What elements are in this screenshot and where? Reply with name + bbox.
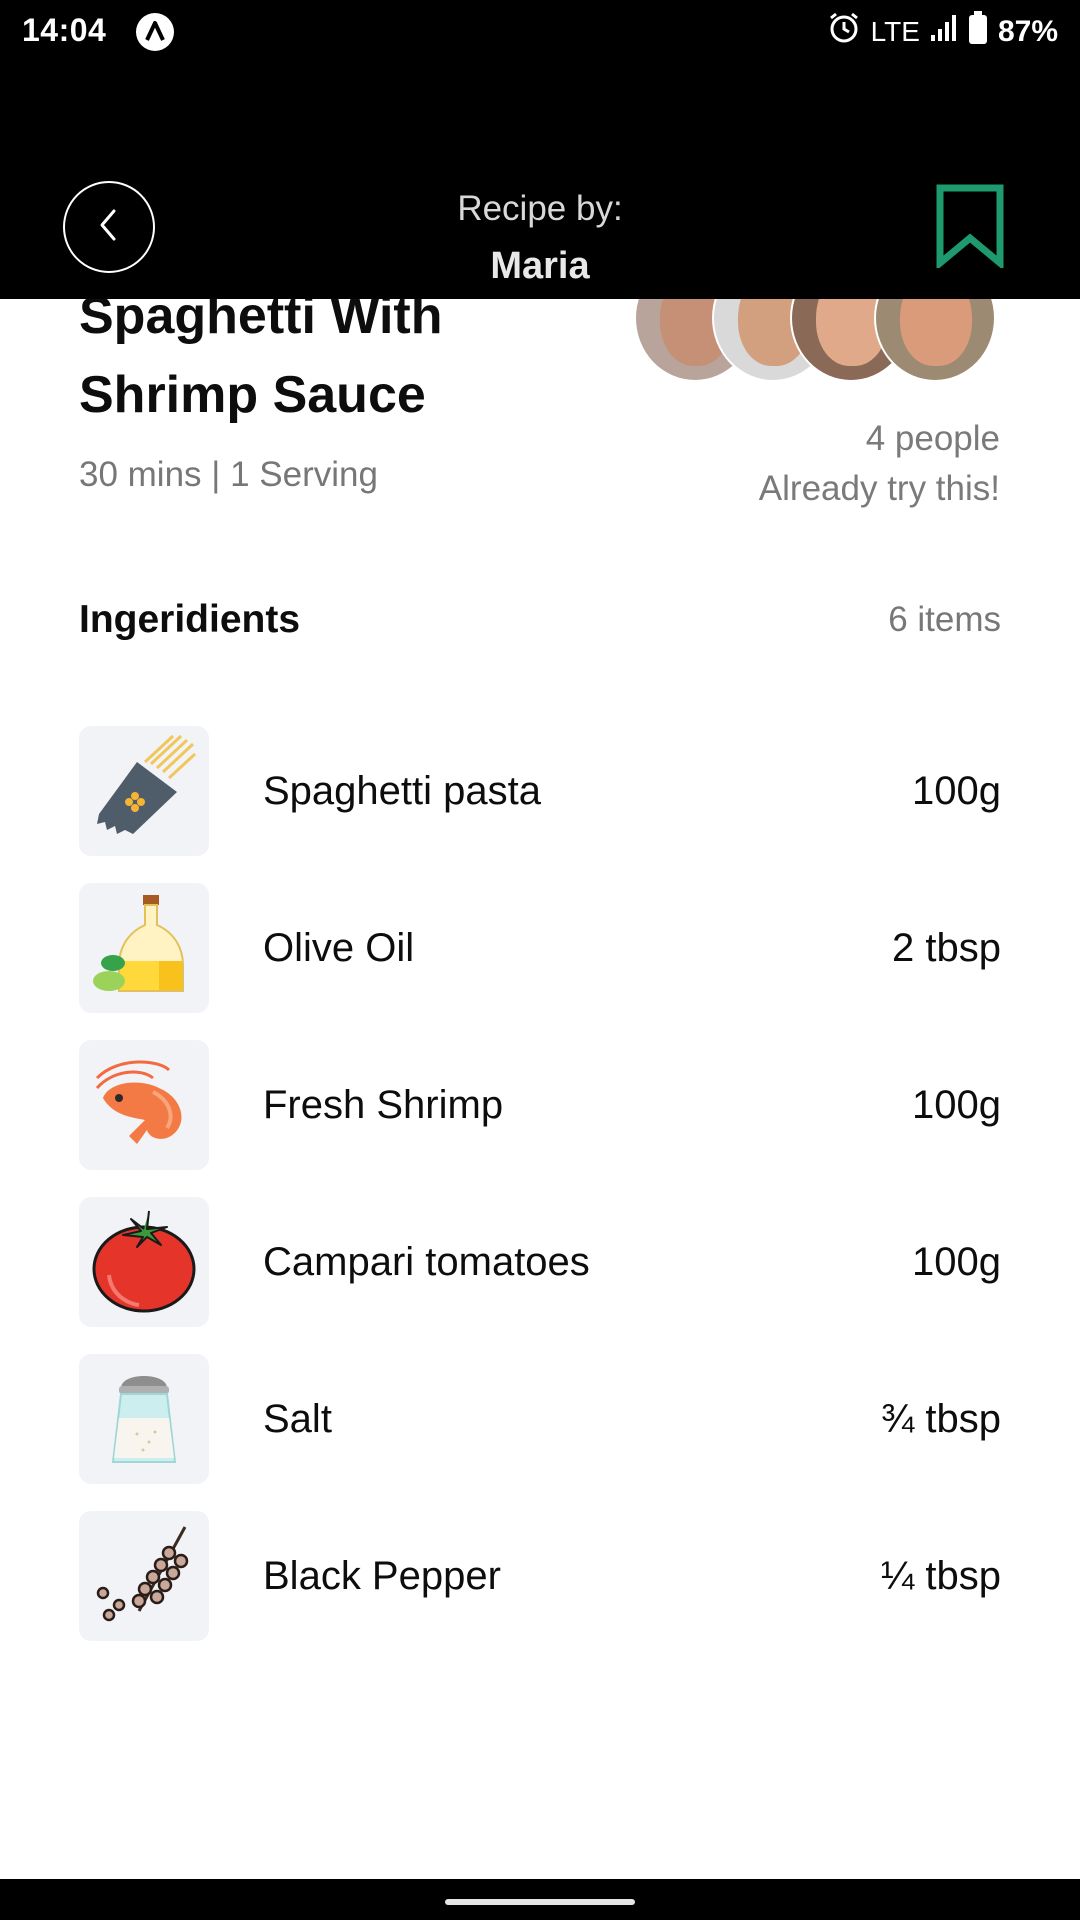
- navigation-bar: [0, 1879, 1080, 1920]
- recipe-author-block: Recipe by: Maria: [340, 188, 740, 288]
- ingredient-qty: 2 tbsp: [892, 926, 1001, 970]
- tomato-icon: [89, 1205, 199, 1320]
- signal-icon: [930, 13, 958, 51]
- tried-count: 4 people: [865, 419, 1000, 458]
- ingredient-row[interactable]: Campari tomatoes 100g: [79, 1197, 1001, 1327]
- chevron-left-icon: [94, 205, 124, 250]
- ingredient-qty: 100g: [912, 769, 1001, 813]
- ingredient-name: Spaghetti pasta: [263, 769, 541, 813]
- network-type: LTE: [870, 16, 920, 47]
- tried-info: 4 people Already try this!: [759, 414, 1000, 514]
- ingredient-thumb: [79, 726, 209, 856]
- battery-percent: 87%: [997, 15, 1058, 48]
- ingredient-row[interactable]: Spaghetti pasta 100g: [79, 726, 1001, 856]
- recipe-title: Spaghetti With Shrimp Sauce: [79, 287, 443, 424]
- ingredient-name: Campari tomatoes: [263, 1240, 590, 1284]
- olive-oil-icon: [89, 891, 199, 1006]
- bookmark-icon: [935, 184, 1005, 272]
- app-header: Recipe by: Maria: [0, 64, 1080, 299]
- ingredients-count: 6 items: [888, 600, 1001, 639]
- home-gesture-handle[interactable]: [445, 1899, 635, 1905]
- ingredient-name: Fresh Shrimp: [263, 1083, 504, 1127]
- salt-shaker-icon: [89, 1362, 199, 1477]
- ingredient-name: Salt: [263, 1397, 332, 1441]
- app-notification-icon: [136, 13, 174, 51]
- spaghetti-icon: [89, 734, 199, 849]
- author-name[interactable]: Maria: [340, 244, 740, 288]
- ingredient-row[interactable]: Black Pepper ¼ tbsp: [79, 1511, 1001, 1641]
- ingredient-thumb: [79, 1354, 209, 1484]
- status-bar: 14:04 LTE 87%: [0, 0, 1080, 64]
- battery-icon: [968, 11, 988, 53]
- ingredient-row[interactable]: Fresh Shrimp 100g: [79, 1040, 1001, 1170]
- ingredient-qty: 100g: [912, 1240, 1001, 1284]
- alarm-icon: [827, 11, 861, 53]
- ingredient-qty: 100g: [912, 1083, 1001, 1127]
- ingredient-row[interactable]: Olive Oil 2 tbsp: [79, 883, 1001, 1013]
- recipe-by-label: Recipe by:: [457, 189, 623, 228]
- shrimp-icon: [89, 1048, 199, 1163]
- ingredient-thumb: [79, 883, 209, 1013]
- ingredient-row[interactable]: Salt ¾ tbsp: [79, 1354, 1001, 1484]
- ingredients-header: Ingeridients 6 items: [79, 598, 1001, 642]
- ingredient-qty: ¼ tbsp: [880, 1554, 1001, 1598]
- ingredient-thumb: [79, 1197, 209, 1327]
- ingredient-list: Spaghetti pasta 100g Olive Oil 2 tbsp Fr…: [79, 726, 1001, 1641]
- status-indicators: LTE 87%: [827, 11, 1058, 53]
- ingredient-thumb: [79, 1511, 209, 1641]
- ingredient-qty: ¾ tbsp: [880, 1397, 1001, 1441]
- back-button[interactable]: [63, 181, 155, 273]
- ingredient-name: Olive Oil: [263, 926, 415, 970]
- black-pepper-icon: [89, 1519, 199, 1634]
- ingredients-title: Ingeridients: [79, 598, 301, 641]
- recipe-meta: 30 mins | 1 Serving: [79, 455, 378, 494]
- ingredient-name: Black Pepper: [263, 1554, 501, 1598]
- recipe-content: Spaghetti With Shrimp Sauce 30 mins | 1 …: [0, 254, 1080, 1879]
- status-time: 14:04: [22, 12, 107, 48]
- tried-label: Already try this!: [758, 469, 1000, 508]
- ingredient-thumb: [79, 1040, 209, 1170]
- bookmark-button[interactable]: [935, 184, 1005, 271]
